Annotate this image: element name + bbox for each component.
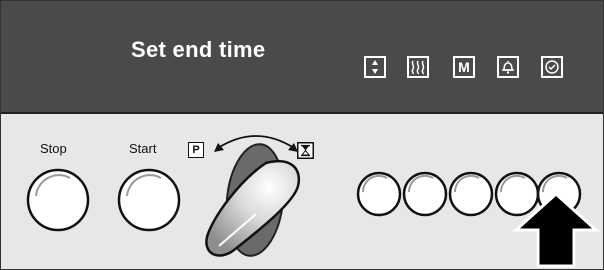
start-label: Start: [129, 141, 157, 156]
bell-icon: [502, 61, 514, 74]
memory-button[interactable]: M: [453, 56, 475, 78]
bell-button[interactable]: [497, 56, 519, 78]
control-panel: Set end time M Stop Start P: [0, 0, 604, 270]
start-button[interactable]: [117, 168, 181, 232]
stop-label: Stop: [40, 141, 67, 156]
function-button-3[interactable]: [448, 171, 494, 217]
function-button-1[interactable]: [356, 171, 402, 217]
clock-icon: [545, 60, 559, 74]
memory-label: M: [458, 59, 470, 75]
clock-button[interactable]: [541, 56, 563, 78]
rapid-heat-button[interactable]: [407, 56, 429, 78]
pointer-arrow-icon: [512, 191, 600, 268]
rapid-heat-icon: [411, 60, 425, 75]
selector-knob[interactable]: [200, 138, 315, 263]
up-down-button[interactable]: [364, 56, 386, 78]
up-down-arrows-icon: [372, 60, 378, 74]
function-button-2[interactable]: [402, 171, 448, 217]
display-panel: Set end time M: [0, 0, 604, 114]
stop-button[interactable]: [26, 168, 90, 232]
program-mode-text: P: [192, 144, 200, 156]
display-text: Set end time: [131, 37, 266, 62]
